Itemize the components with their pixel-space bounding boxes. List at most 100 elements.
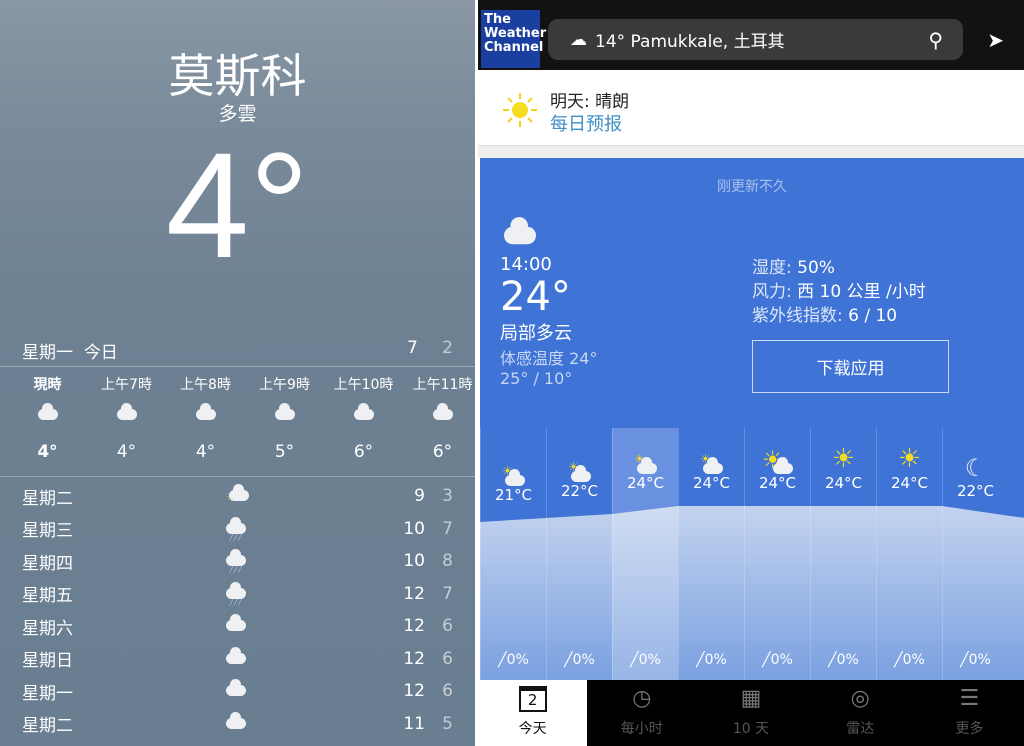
rain-icon: ╱╱╱ xyxy=(226,549,246,573)
hour-temp: 4° xyxy=(195,442,216,462)
download-app-button[interactable]: 下载应用 xyxy=(752,340,949,393)
calendar-day-icon: 2 xyxy=(478,686,587,718)
day-name: 星期日 xyxy=(22,651,73,672)
mostly-sunny-icon: ☀ xyxy=(745,436,810,474)
forecast-hour[interactable]: ☀ 24°C ╱0% xyxy=(744,428,810,680)
tab-label: 10 天 xyxy=(732,721,770,737)
hourly-strip[interactable]: 現時 4° 上午7時 4° 上午8時 4° 上午9時 5° 上午10時 6° 上午11時 6° xyxy=(8,374,475,462)
rain-icon: ╱╱╱ xyxy=(226,516,246,540)
hour-time: 現時 xyxy=(33,377,62,393)
day-low: 8 xyxy=(442,551,453,572)
updated-text: 刚更新不久 xyxy=(717,179,787,195)
raindrop-icon: ╱ xyxy=(828,652,837,668)
forecast-temp: 22°C xyxy=(956,482,995,500)
tab-3[interactable]: ◎ 雷达 xyxy=(806,680,915,746)
day-high: 11 xyxy=(403,713,425,734)
day-high: 9 xyxy=(414,486,425,507)
hour-item: 上午11時 6° xyxy=(403,374,475,462)
daily-list[interactable]: 星期二☀93星期三╱╱╱107星期四╱╱╱108星期五╱╱╱127星期六126星… xyxy=(22,480,453,740)
forecast-hour[interactable]: ☀ 24°C ╱0% xyxy=(612,428,678,680)
tab-label: 雷达 xyxy=(846,721,875,737)
precip-chance: 0% xyxy=(902,652,925,668)
day-low: 3 xyxy=(442,486,453,507)
tab-4[interactable]: ☰ 更多 xyxy=(915,680,1024,746)
partly-cloudy-icon: ☀ xyxy=(679,436,744,474)
cloud-icon: ☁ xyxy=(570,29,587,50)
forecast-hour[interactable]: ☀ 22°C ╱0% xyxy=(546,428,612,680)
location-text: 14° Pamukkale, 土耳其 xyxy=(595,32,785,52)
precip-chance: 0% xyxy=(506,652,529,668)
hour-time: 上午7時 xyxy=(101,377,152,393)
time: 14:00 xyxy=(500,254,552,275)
tab-0[interactable]: 2 今天 xyxy=(478,680,588,746)
day-name: 星期四 xyxy=(22,553,73,574)
cloud-icon xyxy=(226,646,246,664)
sun-icon: ☀ xyxy=(897,444,922,474)
precip-chance: 0% xyxy=(836,652,859,668)
forecast-hour[interactable]: ☾ 22°C ╱0% xyxy=(942,428,1008,680)
day-low: 5 xyxy=(442,713,453,734)
raindrop-icon: ╱ xyxy=(894,652,903,668)
location-search-bar[interactable]: ☁ 14° Pamukkale, 土耳其 ⚲ xyxy=(548,19,963,60)
hour-temp: 5° xyxy=(274,442,295,462)
calendar-grid-icon: ▦ xyxy=(740,686,762,711)
raindrop-icon: ╱ xyxy=(630,652,639,668)
weather-channel-panel: The Weather Channel ☁ 14° Pamukkale, 土耳其 ⚲ ➤… xyxy=(478,0,1024,746)
precip-chance: 0% xyxy=(704,652,727,668)
search-icon[interactable]: ⚲ xyxy=(928,28,943,52)
raindrop-icon: ╱ xyxy=(564,652,573,668)
day-high: 10 xyxy=(403,551,425,572)
forecast-hour[interactable]: ☀ 24°C ╱0% xyxy=(678,428,744,680)
day-high: 12 xyxy=(403,583,425,604)
day-row: 星期日 12 6 xyxy=(22,643,453,676)
partly-cloudy-icon: ☀ xyxy=(547,444,612,482)
current-temp: 4° xyxy=(165,121,310,289)
cloud-icon xyxy=(226,711,246,729)
daily-forecast-link[interactable]: 每日预报 xyxy=(550,110,622,136)
day-row: 星期六 12 6 xyxy=(22,610,453,643)
forecast-temp: 21°C xyxy=(494,486,533,504)
tomorrow-summary: 明天: 晴朗 xyxy=(550,92,630,112)
tomorrow-banner[interactable]: 明天: 晴朗 每日预报 xyxy=(478,72,1024,146)
precip-chance: 0% xyxy=(968,652,991,668)
hourly-forecast[interactable]: ☀ 21°C ╱0% ☀ 22°C ╱0% ☀ 24°C ╱0% ☀ 24°C ╱0% ☀ 24°C ╱0%… xyxy=(480,428,1024,680)
temp: 24° xyxy=(500,274,571,320)
cloud-icon xyxy=(87,394,166,434)
raindrop-icon: ╱ xyxy=(498,652,507,668)
divider xyxy=(0,476,475,477)
cloud-icon xyxy=(226,679,246,696)
menu-icon: ☰ xyxy=(959,686,980,711)
partly-cloudy-icon: ☀ xyxy=(613,436,678,474)
day-row: 星期二 11 5 xyxy=(22,708,453,741)
forecast-hour[interactable]: ☀ 24°C ╱0% xyxy=(876,428,942,680)
divider xyxy=(0,366,475,367)
day-low: 7 xyxy=(442,583,453,604)
tab-2[interactable]: ▦ 10 天 xyxy=(696,680,805,746)
sun-icon xyxy=(503,93,537,127)
forecast-hour[interactable]: ☀ 21°C ╱0% xyxy=(480,428,546,680)
day-name: 星期一 xyxy=(22,683,73,704)
tab-1[interactable]: ◷ 每小时 xyxy=(587,680,696,746)
uv-index: 紫外线指数: 6 / 10 xyxy=(752,306,898,326)
raindrop-icon: ╱ xyxy=(696,652,705,668)
forecast-hour[interactable]: ☀ 24°C ╱0% xyxy=(810,428,876,680)
location-arrow-icon[interactable]: ➤ xyxy=(987,28,1004,52)
weather-channel-logo[interactable]: The Weather Channel xyxy=(481,10,546,68)
header: The Weather Channel ☁ 14° Pamukkale, 土耳其 ⚲ ➤ xyxy=(478,0,1024,70)
day-high: 10 xyxy=(403,518,425,539)
day-row: 星期三 ╱╱╱ 10 7 xyxy=(22,513,453,546)
forecast-temp: 24°C xyxy=(758,474,797,492)
cloud-icon xyxy=(226,614,246,631)
day-name: 星期六 xyxy=(22,618,73,639)
wind: 风力: 西 10 公里 /小时 xyxy=(752,282,926,302)
day-name: 星期二 xyxy=(22,716,73,737)
cloud-icon xyxy=(324,394,403,434)
current-conditions: 刚更新不久 14:00 24° 局部多云 体感温度 24° 25° / 10° … xyxy=(480,158,1024,680)
hour-item: 上午9時 5° xyxy=(245,374,324,462)
day-row: 星期四 ╱╱╱ 10 8 xyxy=(22,545,453,578)
partly-cloudy-icon xyxy=(500,217,540,253)
day-row: 星期五 ╱╱╱ 12 7 xyxy=(22,578,453,611)
partly-sunny-icon: ☀ xyxy=(226,484,249,512)
moon-icon: ☾ xyxy=(964,454,987,482)
today-row: 星期一 今日 7 2 xyxy=(22,338,453,363)
